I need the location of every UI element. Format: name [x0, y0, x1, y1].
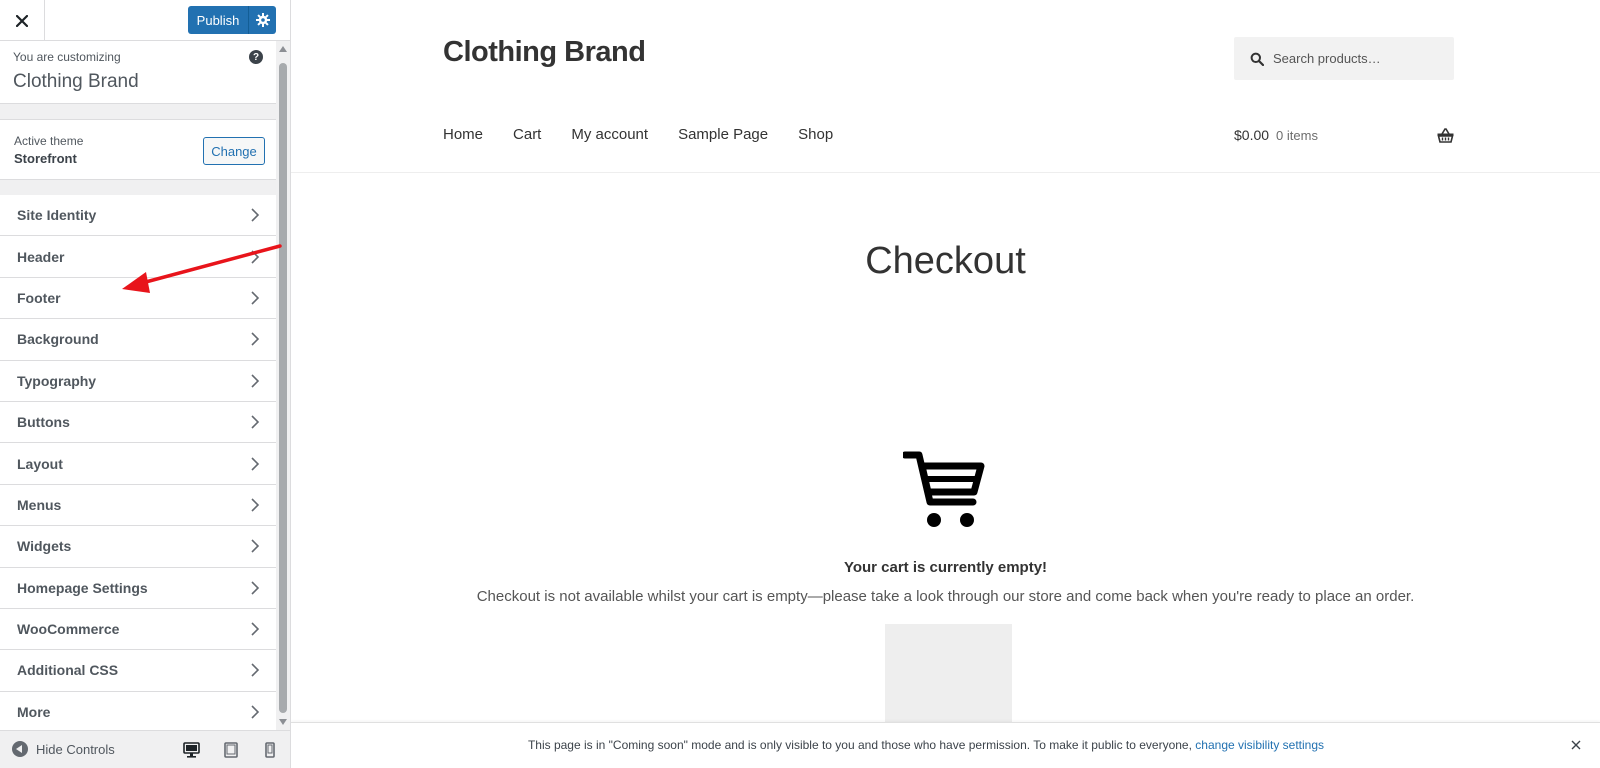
tablet-icon — [224, 742, 238, 758]
section-label: Site Identity — [17, 207, 97, 224]
chevron-right-icon — [251, 539, 260, 553]
preview-mobile-button[interactable] — [260, 740, 280, 760]
section-footer[interactable]: Footer — [0, 277, 276, 320]
chevron-right-icon — [251, 705, 260, 719]
empty-cart-message: Checkout is not available whilst your ca… — [476, 588, 1415, 605]
header-divider — [291, 172, 1600, 173]
nav-home[interactable]: Home — [443, 126, 483, 143]
empty-cart-title: Your cart is currently empty! — [843, 559, 1048, 576]
chevron-right-icon — [251, 208, 260, 222]
section-typography[interactable]: Typography — [0, 360, 276, 402]
section-widgets[interactable]: Widgets — [0, 526, 276, 568]
section-label: Homepage Settings — [17, 579, 148, 596]
notice-close-button[interactable] — [1568, 737, 1584, 753]
section-label: Buttons — [17, 414, 70, 431]
hide-controls-label: Hide Controls — [36, 741, 115, 757]
section-label: Typography — [17, 372, 97, 389]
active-theme-label: Active theme — [14, 134, 84, 148]
section-background[interactable]: Background — [0, 319, 276, 361]
customizer-panel: You are customizing Clothing Brand ? Act… — [0, 41, 276, 730]
section-label: More — [17, 703, 51, 720]
chevron-right-icon — [251, 374, 260, 388]
close-icon — [16, 14, 28, 27]
active-theme-box: Active theme Storefront Change — [0, 119, 276, 180]
chevron-right-icon — [251, 250, 260, 264]
header-cart[interactable]: $0.00 0 items — [1234, 127, 1454, 143]
change-theme-button[interactable]: Change — [203, 137, 265, 165]
search-input[interactable] — [1273, 51, 1443, 66]
chevron-right-icon — [251, 663, 260, 678]
chevron-right-icon — [251, 498, 260, 512]
chevron-right-icon — [251, 415, 260, 429]
notice-message: This page is in "Coming soon" mode and i… — [291, 738, 1561, 752]
nav-my-account[interactable]: My account — [571, 126, 648, 143]
section-woocommerce[interactable]: WooCommerce — [0, 608, 276, 651]
section-label: WooCommerce — [17, 621, 120, 638]
cart-amount: $0.00 — [1234, 127, 1270, 143]
customizer-topbar: Publish — [0, 0, 290, 41]
chevron-right-icon — [251, 456, 260, 471]
site-title[interactable]: Clothing Brand — [443, 36, 646, 69]
coming-soon-notice: This page is in "Coming soon" mode and i… — [291, 722, 1600, 768]
nav-sample-page[interactable]: Sample Page — [678, 126, 768, 143]
section-homepage-settings[interactable]: Homepage Settings — [0, 567, 276, 609]
publish-group: Publish — [188, 6, 276, 34]
collapse-icon — [12, 741, 28, 757]
section-label: Background — [17, 331, 99, 348]
section-label: Widgets — [17, 538, 72, 555]
scroll-down-arrow-icon[interactable] — [279, 719, 287, 725]
visibility-settings-link[interactable]: change visibility settings — [1195, 738, 1324, 752]
page-title: Checkout — [865, 240, 1026, 282]
chevron-right-icon — [251, 332, 260, 346]
section-label: Layout — [17, 455, 63, 472]
chevron-right-icon — [251, 581, 260, 595]
shopping-cart-icon — [903, 451, 985, 527]
sidebar-scrollbar[interactable] — [277, 41, 290, 730]
section-label: Additional CSS — [17, 662, 119, 679]
scrollbar-thumb[interactable] — [279, 63, 287, 713]
section-additional-css[interactable]: Additional CSS — [0, 650, 276, 692]
product-search[interactable] — [1234, 37, 1454, 80]
publish-button[interactable]: Publish — [188, 6, 248, 34]
site-preview: Clothing Brand Home Cart My account Samp… — [291, 0, 1600, 768]
basket-icon — [1437, 127, 1454, 143]
help-icon[interactable]: ? — [249, 50, 263, 64]
customizer-sidebar: Publish You are customizing Clothing Bra… — [0, 0, 291, 768]
customizer-sections: Site Identity Header Footer Background T… — [0, 195, 276, 730]
section-header[interactable]: Header — [0, 236, 276, 278]
section-label: Header — [17, 248, 65, 265]
section-label: Menus — [17, 496, 62, 513]
preview-tablet-button[interactable] — [221, 740, 241, 760]
scroll-up-arrow-icon[interactable] — [279, 46, 287, 52]
nav-cart[interactable]: Cart — [513, 126, 541, 143]
publish-settings-button[interactable] — [248, 6, 276, 34]
section-buttons[interactable]: Buttons — [0, 401, 276, 444]
close-customizer-button[interactable] — [0, 0, 45, 41]
cart-count: 0 items — [1276, 127, 1318, 143]
search-icon — [1250, 52, 1264, 66]
customizing-site-name: Clothing Brand — [13, 71, 139, 92]
customizer-footer: Hide Controls — [0, 730, 290, 768]
section-more[interactable]: More — [0, 691, 276, 730]
nav-shop[interactable]: Shop — [798, 126, 833, 143]
primary-navigation: Home Cart My account Sample Page Shop — [443, 126, 863, 143]
customizing-label: You are customizing — [13, 50, 121, 64]
section-layout[interactable]: Layout — [0, 443, 276, 485]
chevron-right-icon — [251, 622, 260, 636]
gear-icon — [255, 13, 270, 27]
customizing-info: You are customizing Clothing Brand ? — [0, 41, 276, 104]
return-to-shop-placeholder[interactable] — [885, 624, 1012, 722]
desktop-icon — [182, 742, 200, 758]
hide-controls-button[interactable]: Hide Controls — [12, 741, 115, 757]
notice-text: This page is in "Coming soon" mode and i… — [527, 738, 1192, 752]
section-label: Footer — [17, 289, 61, 306]
chevron-right-icon — [251, 291, 260, 305]
preview-desktop-button[interactable] — [181, 740, 201, 760]
section-site-identity[interactable]: Site Identity — [0, 195, 276, 237]
section-menus[interactable]: Menus — [0, 484, 276, 527]
mobile-icon — [265, 742, 275, 758]
close-icon — [1571, 740, 1581, 750]
active-theme-name: Storefront — [14, 151, 77, 166]
